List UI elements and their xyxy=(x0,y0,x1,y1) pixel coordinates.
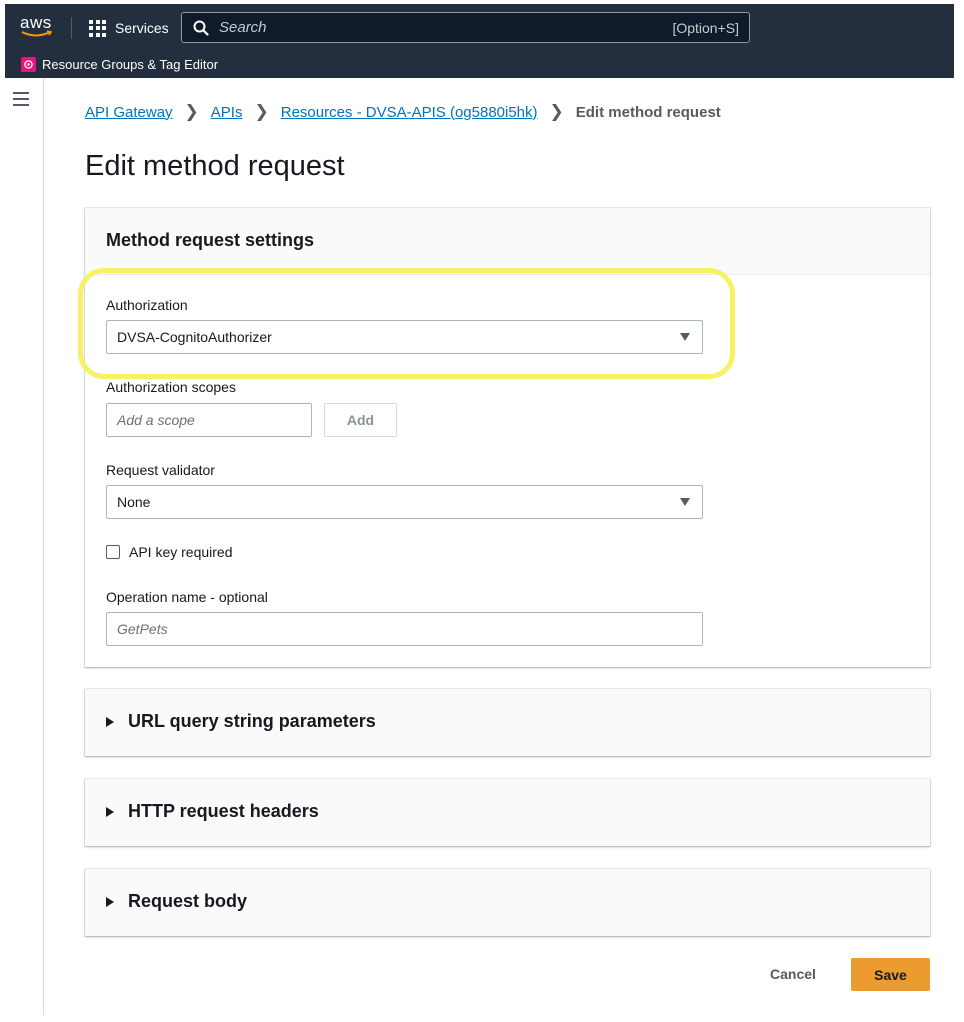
aws-logo[interactable]: aws xyxy=(19,13,55,39)
services-menu-button[interactable]: Services xyxy=(89,17,169,39)
cancel-button[interactable]: Cancel xyxy=(756,958,830,990)
side-navigation-divider xyxy=(43,78,44,1015)
highlight-annotation xyxy=(78,268,735,379)
section-title-text: URL query string parameters xyxy=(128,711,376,731)
top-nav-secondary-row: Resource Groups & Tag Editor xyxy=(5,50,954,78)
section-title: HTTP request headers xyxy=(106,801,319,822)
top-navigation-bar: aws Services Search [Option+S] Resource … xyxy=(5,4,954,78)
section-title: Request body xyxy=(106,891,247,912)
scope-input-placeholder: Add a scope xyxy=(117,412,195,428)
api-key-required-label: API key required xyxy=(129,544,233,560)
api-key-required-option[interactable]: API key required xyxy=(106,544,233,560)
breadcrumb-link-api-gateway[interactable]: API Gateway xyxy=(85,104,173,121)
breadcrumb-link-apis[interactable]: APIs xyxy=(211,104,243,121)
caret-right-icon xyxy=(106,806,114,817)
operation-name-label: Operation name - optional xyxy=(106,589,268,605)
chevron-right-icon: ❯ xyxy=(184,102,199,121)
section-title-text: HTTP request headers xyxy=(128,801,319,821)
chevron-right-icon: ❯ xyxy=(254,102,269,121)
breadcrumb-current: Edit method request xyxy=(575,103,721,121)
nav-divider xyxy=(71,17,72,39)
caret-right-icon xyxy=(106,896,114,907)
section-title-text: Request body xyxy=(128,891,248,911)
panel-header: Method request settings xyxy=(85,208,930,275)
operation-name-placeholder: GetPets xyxy=(117,621,168,637)
operation-name-input[interactable]: GetPets xyxy=(106,612,703,646)
menu-icon[interactable] xyxy=(13,92,29,106)
breadcrumb-link-resources[interactable]: Resources - DVSA-APIS (og5880i5hk) xyxy=(281,104,538,121)
http-request-headers-section[interactable]: HTTP request headers xyxy=(85,779,930,846)
request-validator-label: Request validator xyxy=(106,462,215,478)
grid-icon xyxy=(89,19,106,37)
breadcrumb: API Gateway ❯ APIs ❯ Resources - DVSA-AP… xyxy=(85,100,721,124)
url-query-string-parameters-section[interactable]: URL query string parameters xyxy=(85,689,930,756)
chevron-right-icon: ❯ xyxy=(549,102,564,121)
add-scope-button[interactable]: Add xyxy=(324,403,397,437)
page-title: Edit method request xyxy=(85,150,345,182)
api-key-required-checkbox[interactable] xyxy=(106,545,120,559)
services-label: Services xyxy=(115,20,169,36)
search-shortcut-hint: [Option+S] xyxy=(672,19,739,36)
section-title: URL query string parameters xyxy=(106,711,376,732)
request-validator-selected-value: None xyxy=(117,494,151,510)
caret-right-icon xyxy=(106,716,114,727)
top-nav-primary-row: aws Services Search [Option+S] xyxy=(5,4,954,50)
request-validator-select[interactable]: None xyxy=(106,485,703,519)
search-input[interactable]: Search [Option+S] xyxy=(181,12,750,43)
resource-groups-link[interactable]: Resource Groups & Tag Editor xyxy=(42,57,218,72)
search-placeholder: Search xyxy=(219,19,267,36)
search-icon xyxy=(193,20,209,36)
save-button[interactable]: Save xyxy=(851,958,930,991)
resource-groups-icon xyxy=(21,56,36,72)
request-body-section[interactable]: Request body xyxy=(85,869,930,936)
caret-down-icon xyxy=(680,498,690,506)
scope-input[interactable]: Add a scope xyxy=(106,403,312,437)
authorization-scopes-label: Authorization scopes xyxy=(106,379,236,395)
aws-smile-icon xyxy=(21,30,53,37)
